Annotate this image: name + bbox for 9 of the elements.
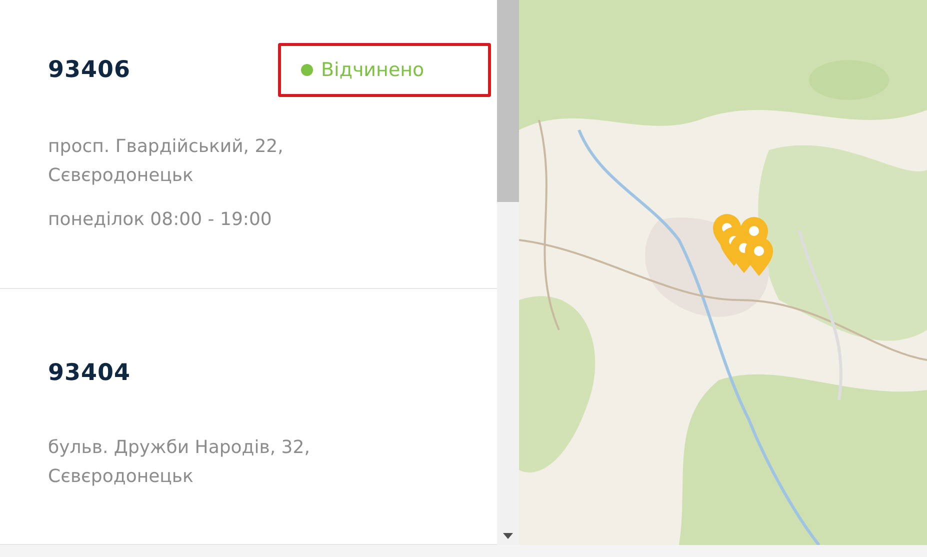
status-label: Відчинено [321,59,424,81]
office-hours: понеділок 08:00 - 19:00 [48,208,273,232]
office-address: просп. Гвардійський, 22, Сєвєродонецьк [48,135,284,188]
scrollbar[interactable] [497,0,519,545]
office-number: 93406 [48,57,131,83]
office-address: бульв. Дружби Народів, 32, Сєвєродонецьк [48,436,311,489]
scrollbar-thumb[interactable] [497,0,519,202]
scroll-down-icon[interactable] [503,533,513,539]
office-number: 93404 [48,360,131,386]
